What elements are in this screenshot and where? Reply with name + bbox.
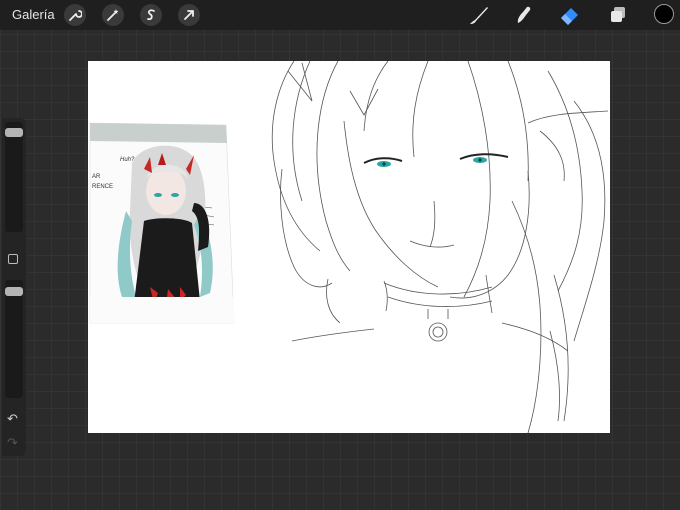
sidebar: ↶ ↷ — [2, 118, 26, 456]
wrench-icon[interactable] — [64, 4, 86, 26]
brush-size-slider[interactable] — [5, 122, 23, 232]
sketch-text: RENCE — [92, 184, 113, 190]
square-icon[interactable] — [8, 254, 18, 264]
opacity-thumb[interactable] — [5, 287, 23, 296]
sketch-eyes — [363, 153, 509, 167]
selection-icon[interactable] — [140, 4, 162, 26]
undo-arrow-icon[interactable]: ↶ — [7, 412, 18, 426]
collar-ring-inner — [432, 326, 444, 338]
transform-arrow-icon[interactable] — [178, 4, 200, 26]
sketch-text: AR — [92, 174, 101, 180]
collar-ring — [428, 322, 448, 342]
drawing-canvas[interactable]: AR RENCE Huh? — [88, 61, 610, 433]
redo-arrow-icon[interactable]: ↷ — [7, 436, 18, 450]
eraser-icon[interactable] — [558, 3, 582, 27]
smudge-icon[interactable] — [512, 3, 536, 27]
layers-icon[interactable] — [606, 3, 630, 27]
brush-icon[interactable] — [467, 3, 491, 27]
gallery-button[interactable]: Galería — [12, 7, 55, 22]
reference-image[interactable]: AR RENCE Huh? — [89, 122, 235, 324]
color-picker-button[interactable] — [654, 4, 674, 24]
magic-wand-icon[interactable] — [102, 4, 124, 26]
top-toolbar: Galería — [0, 0, 680, 30]
opacity-slider[interactable] — [5, 280, 23, 398]
brush-size-thumb[interactable] — [5, 128, 23, 137]
line-art-sketch — [271, 61, 609, 433]
